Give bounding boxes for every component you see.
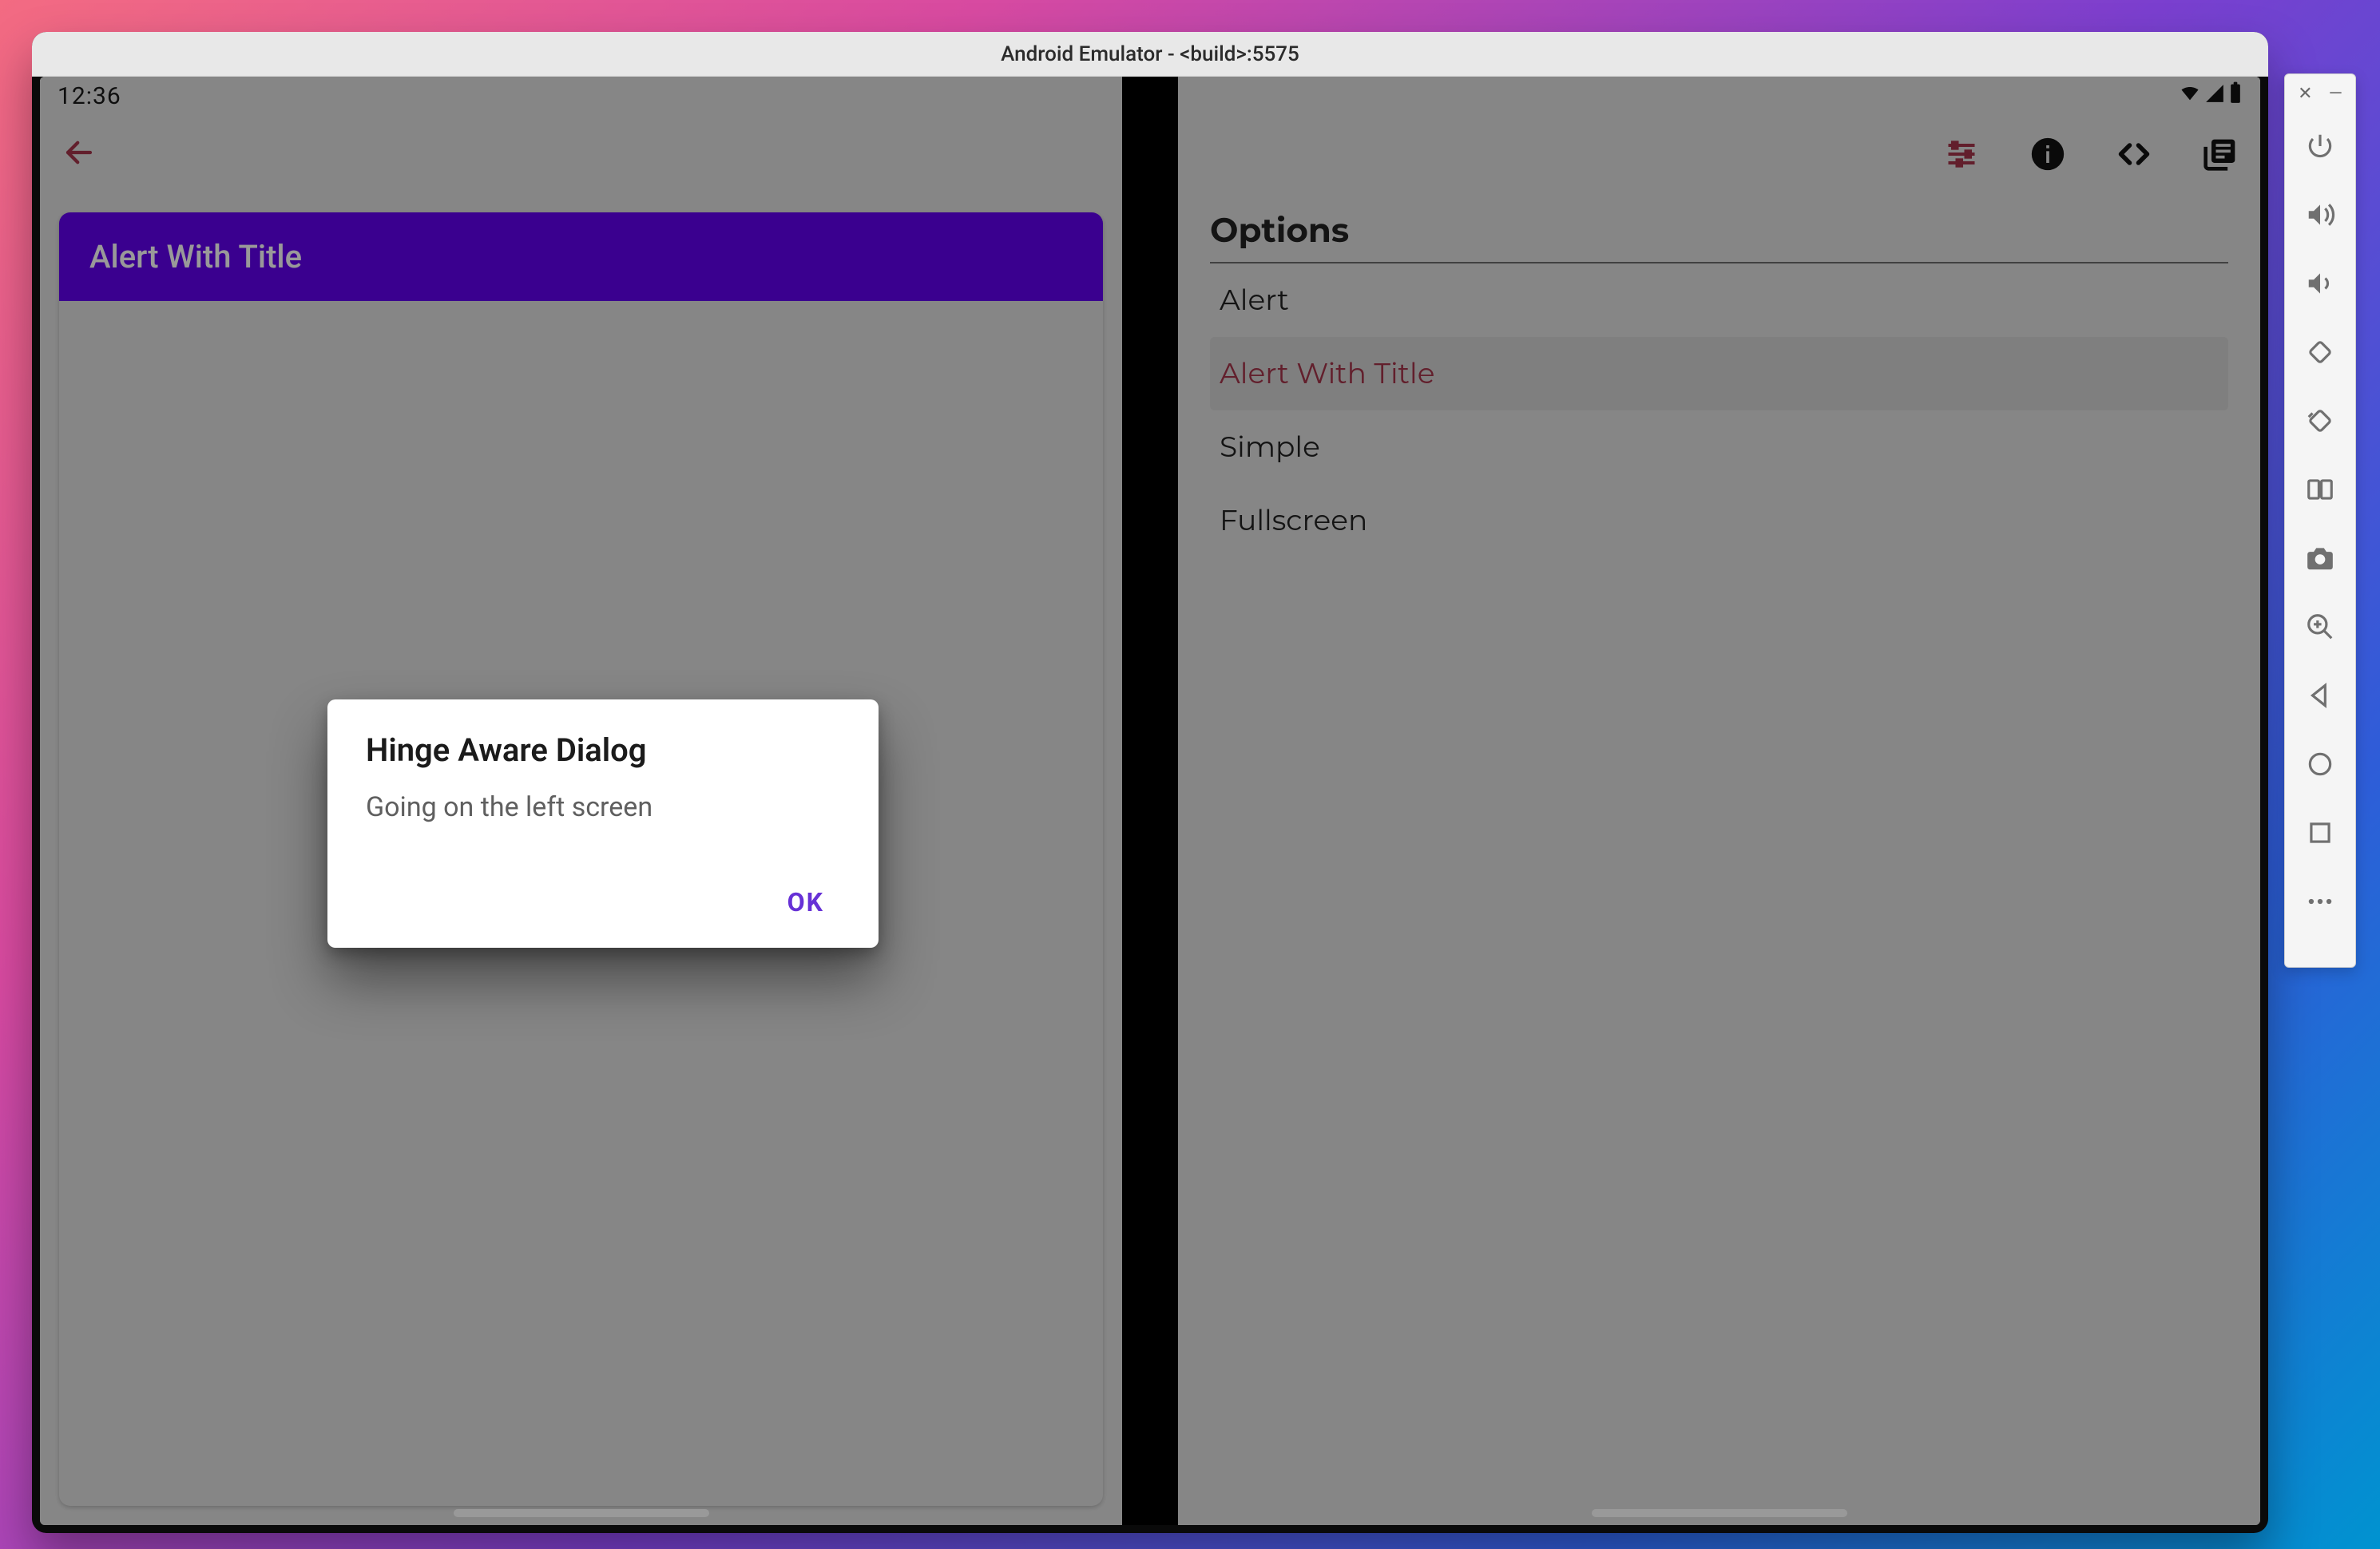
zoom-icon[interactable] — [2285, 592, 2355, 661]
status-bar-right — [1178, 77, 2260, 115]
emulator-minimize-icon[interactable]: — — [2329, 84, 2342, 104]
code-icon[interactable] — [2116, 137, 2152, 172]
emulator-title: Android Emulator - <build>:5575 — [1001, 42, 1299, 66]
emulator-close-icon[interactable]: ✕ — [2298, 84, 2312, 104]
dialog-title: Hinge Aware Dialog — [366, 731, 840, 769]
foldable-device: 12:36 Alert With Title — [40, 77, 2260, 1525]
fold-icon[interactable] — [2285, 455, 2355, 524]
options-title: Options — [1210, 209, 2228, 263]
nav-handle-left[interactable] — [454, 1509, 709, 1517]
alert-dialog: Hinge Aware Dialog Going on the left scr… — [327, 699, 879, 948]
library-icon[interactable] — [2203, 137, 2238, 172]
battery-icon — [2228, 81, 2243, 110]
dialog-body: Going on the left screen — [366, 791, 840, 823]
volume-down-icon[interactable] — [2285, 249, 2355, 318]
power-icon[interactable] — [2285, 112, 2355, 180]
option-item[interactable]: Simple — [1210, 410, 2228, 484]
back-arrow-icon[interactable] — [62, 136, 96, 172]
emulator-window: Android Emulator - <build>:5575 12:36 — [32, 32, 2268, 1533]
option-item[interactable]: Alert — [1210, 263, 2228, 337]
nav-back-icon[interactable] — [2285, 661, 2355, 730]
nav-handle-right[interactable] — [1592, 1509, 1847, 1517]
option-item[interactable]: Fullscreen — [1210, 484, 2228, 557]
dialog-ok-button[interactable]: OK — [772, 879, 840, 925]
emulator-sidebar: ✕ — — [2284, 73, 2356, 968]
rotate-left-icon[interactable] — [2285, 318, 2355, 386]
left-card-title: Alert With Title — [89, 238, 302, 275]
info-icon[interactable] — [2030, 137, 2065, 172]
device-hinge — [1122, 77, 1178, 1525]
signal-icon — [2204, 82, 2225, 110]
nav-home-icon[interactable] — [2285, 730, 2355, 798]
more-icon[interactable] — [2285, 867, 2355, 936]
right-toolbar — [1178, 115, 2260, 193]
tune-icon[interactable] — [1944, 137, 1979, 172]
left-toolbar — [40, 115, 1122, 193]
left-card-header: Alert With Title — [59, 212, 1103, 301]
status-bar-left: 12:36 — [40, 77, 1122, 115]
right-screen: Options AlertAlert With TitleSimpleFulls… — [1178, 77, 2260, 1525]
rotate-right-icon[interactable] — [2285, 386, 2355, 455]
options-section: Options AlertAlert With TitleSimpleFulls… — [1178, 193, 2260, 557]
volume-up-icon[interactable] — [2285, 180, 2355, 249]
camera-icon[interactable] — [2285, 524, 2355, 592]
status-time: 12:36 — [58, 82, 121, 110]
nav-overview-icon[interactable] — [2285, 798, 2355, 867]
emulator-titlebar[interactable]: Android Emulator - <build>:5575 — [32, 32, 2268, 77]
option-item[interactable]: Alert With Title — [1210, 337, 2228, 410]
wifi-icon — [2179, 81, 2201, 110]
